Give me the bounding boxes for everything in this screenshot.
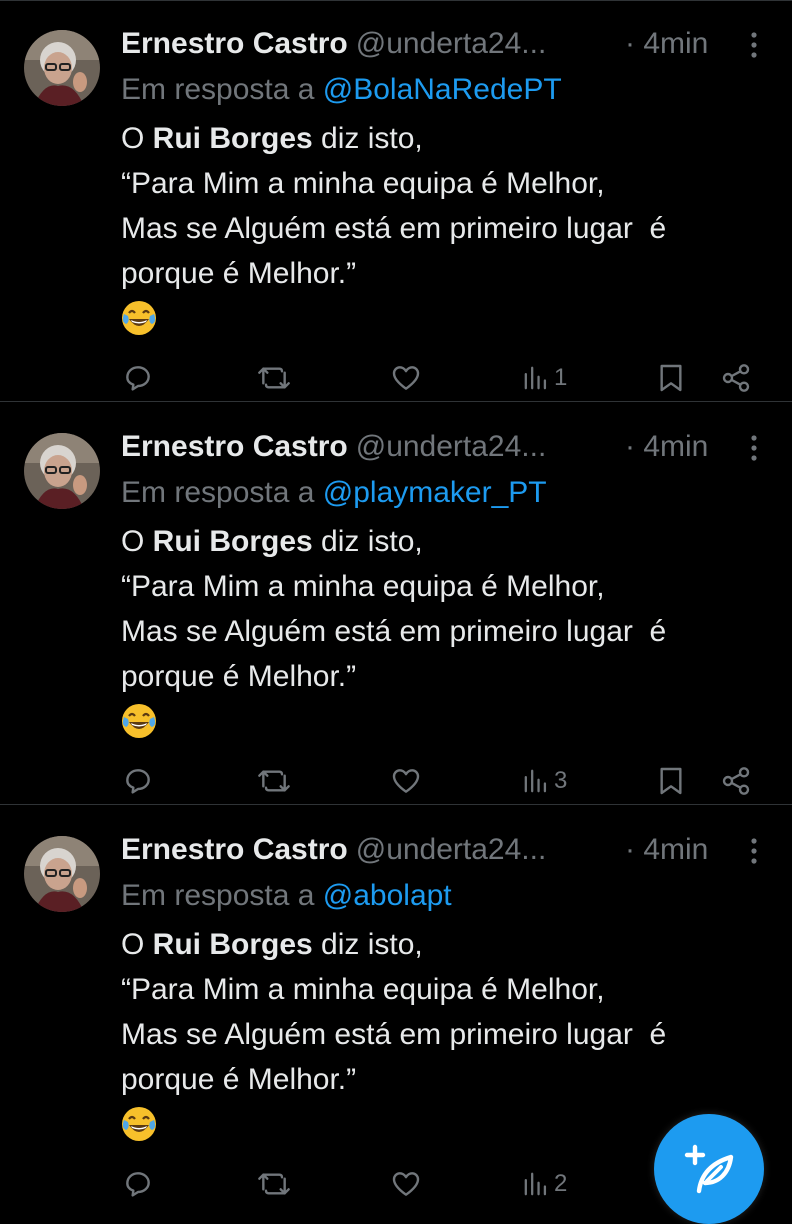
reply-context: Em resposta a @BolaNaRedePT — [121, 70, 562, 110]
bookmark-icon — [660, 767, 682, 795]
reply-prefix: Em resposta a — [121, 476, 323, 509]
like-button[interactable] — [390, 356, 422, 400]
tweet-text-line: “Para Mim a minha equipa é Melhor, — [121, 167, 605, 200]
tweet-actions: 1 — [0, 356, 792, 400]
reply-button[interactable] — [122, 759, 154, 803]
more-options-icon[interactable] — [740, 433, 768, 463]
bold-text: Rui Borges — [152, 525, 313, 558]
author-handle[interactable]: @underta24... — [356, 833, 547, 866]
tweet-text-line: porque é Melhor.” — [121, 1063, 357, 1096]
face-with-tears-of-joy-icon — [121, 699, 159, 744]
reply-mention-link[interactable]: @abolapt — [323, 879, 452, 912]
text-segment: O — [121, 928, 153, 961]
reply-mention-link[interactable]: @BolaNaRedePT — [323, 73, 562, 106]
like-button[interactable] — [390, 1162, 422, 1206]
text-segment: O — [121, 122, 153, 155]
text-segment: diz isto, — [312, 525, 423, 558]
bold-text: Rui Borges — [152, 122, 313, 155]
author-handle[interactable]: @underta24... — [356, 430, 547, 463]
repost-button[interactable] — [256, 759, 292, 803]
text-segment: diz isto, — [312, 928, 423, 961]
reply-mention-link[interactable]: @playmaker_PT — [323, 476, 547, 509]
more-options-icon[interactable] — [740, 30, 768, 60]
face-with-tears-of-joy-icon — [121, 296, 159, 341]
reply-icon — [126, 1172, 150, 1197]
author-name[interactable]: Ernestro Castro — [121, 430, 348, 463]
timestamp[interactable]: · 4min — [625, 427, 708, 467]
tweet[interactable]: Ernestro Castro @underta24... · 4min Em r… — [0, 0, 792, 402]
repost-button[interactable] — [256, 1162, 292, 1206]
avatar[interactable] — [24, 30, 100, 106]
reply-context: Em resposta a @abolapt — [121, 876, 452, 916]
heart-icon — [392, 366, 420, 390]
author-handle[interactable]: @underta24... — [356, 27, 547, 60]
repost-icon — [258, 367, 290, 389]
share-button[interactable] — [720, 759, 752, 803]
author-name[interactable]: Ernestro Castro — [121, 27, 348, 60]
text-segment: diz isto, — [312, 122, 423, 155]
timestamp[interactable]: · 4min — [625, 830, 708, 870]
tweet-text: O Rui Borges diz isto, “Para Mim a minha… — [121, 519, 771, 744]
compose-post-icon — [684, 1144, 734, 1194]
tweet-text-line: “Para Mim a minha equipa é Melhor, — [121, 570, 605, 603]
bookmark-button[interactable] — [656, 356, 686, 400]
tweet-text: O Rui Borges diz isto, “Para Mim a minha… — [121, 922, 771, 1147]
tweet-text-line: Mas se Alguém está em primeiro lugar é — [121, 212, 667, 245]
heart-icon — [392, 1172, 420, 1196]
views-chart-icon — [524, 366, 547, 390]
tweet[interactable]: Ernestro Castro @underta24... · 4min Em r… — [0, 403, 792, 805]
face-with-tears-of-joy-icon — [121, 1102, 159, 1147]
views-count: 3 — [554, 767, 568, 794]
views-count: 2 — [554, 1170, 568, 1197]
reply-context: Em resposta a @playmaker_PT — [121, 473, 547, 513]
reply-button[interactable] — [122, 1162, 154, 1206]
share-icon — [722, 364, 750, 392]
author-name[interactable]: Ernestro Castro — [121, 833, 348, 866]
bold-text: Rui Borges — [152, 928, 313, 961]
tweet-actions: 3 — [0, 759, 792, 803]
tweet-text-line: porque é Melhor.” — [121, 660, 357, 693]
views-button[interactable]: 1 — [522, 356, 567, 400]
reply-icon — [126, 769, 150, 794]
heart-icon — [392, 769, 420, 793]
tweet-text-line: O Rui Borges diz isto, — [121, 922, 771, 967]
tweet-text-line: O Rui Borges diz isto, — [121, 116, 771, 161]
views-count: 1 — [554, 364, 568, 391]
reply-prefix: Em resposta a — [121, 73, 323, 106]
views-button[interactable]: 2 — [522, 1162, 567, 1206]
views-chart-icon — [524, 1172, 547, 1196]
text-segment: O — [121, 525, 153, 558]
share-button[interactable] — [720, 356, 752, 400]
timestamp[interactable]: · 4min — [625, 24, 708, 64]
avatar[interactable] — [24, 836, 100, 912]
reply-icon — [126, 366, 150, 391]
tweet-text-line: “Para Mim a minha equipa é Melhor, — [121, 973, 605, 1006]
reply-button[interactable] — [122, 356, 154, 400]
repost-icon — [258, 770, 290, 792]
repost-icon — [258, 1173, 290, 1195]
reply-prefix: Em resposta a — [121, 879, 323, 912]
views-button[interactable]: 3 — [522, 759, 567, 803]
tweet-text-line: Mas se Alguém está em primeiro lugar é — [121, 1018, 667, 1051]
tweet-text-line: O Rui Borges diz isto, — [121, 519, 771, 564]
share-icon — [722, 767, 750, 795]
tweet-text: O Rui Borges diz isto, “Para Mim a minha… — [121, 116, 771, 341]
avatar[interactable] — [24, 433, 100, 509]
more-options-icon[interactable] — [740, 836, 768, 866]
like-button[interactable] — [390, 759, 422, 803]
tweet-text-line: Mas se Alguém está em primeiro lugar é — [121, 615, 667, 648]
repost-button[interactable] — [256, 356, 292, 400]
views-chart-icon — [524, 769, 547, 793]
tweet-text-line: porque é Melhor.” — [121, 257, 357, 290]
bookmark-button[interactable] — [656, 759, 686, 803]
compose-post-button[interactable] — [654, 1114, 764, 1224]
bookmark-icon — [660, 364, 682, 392]
